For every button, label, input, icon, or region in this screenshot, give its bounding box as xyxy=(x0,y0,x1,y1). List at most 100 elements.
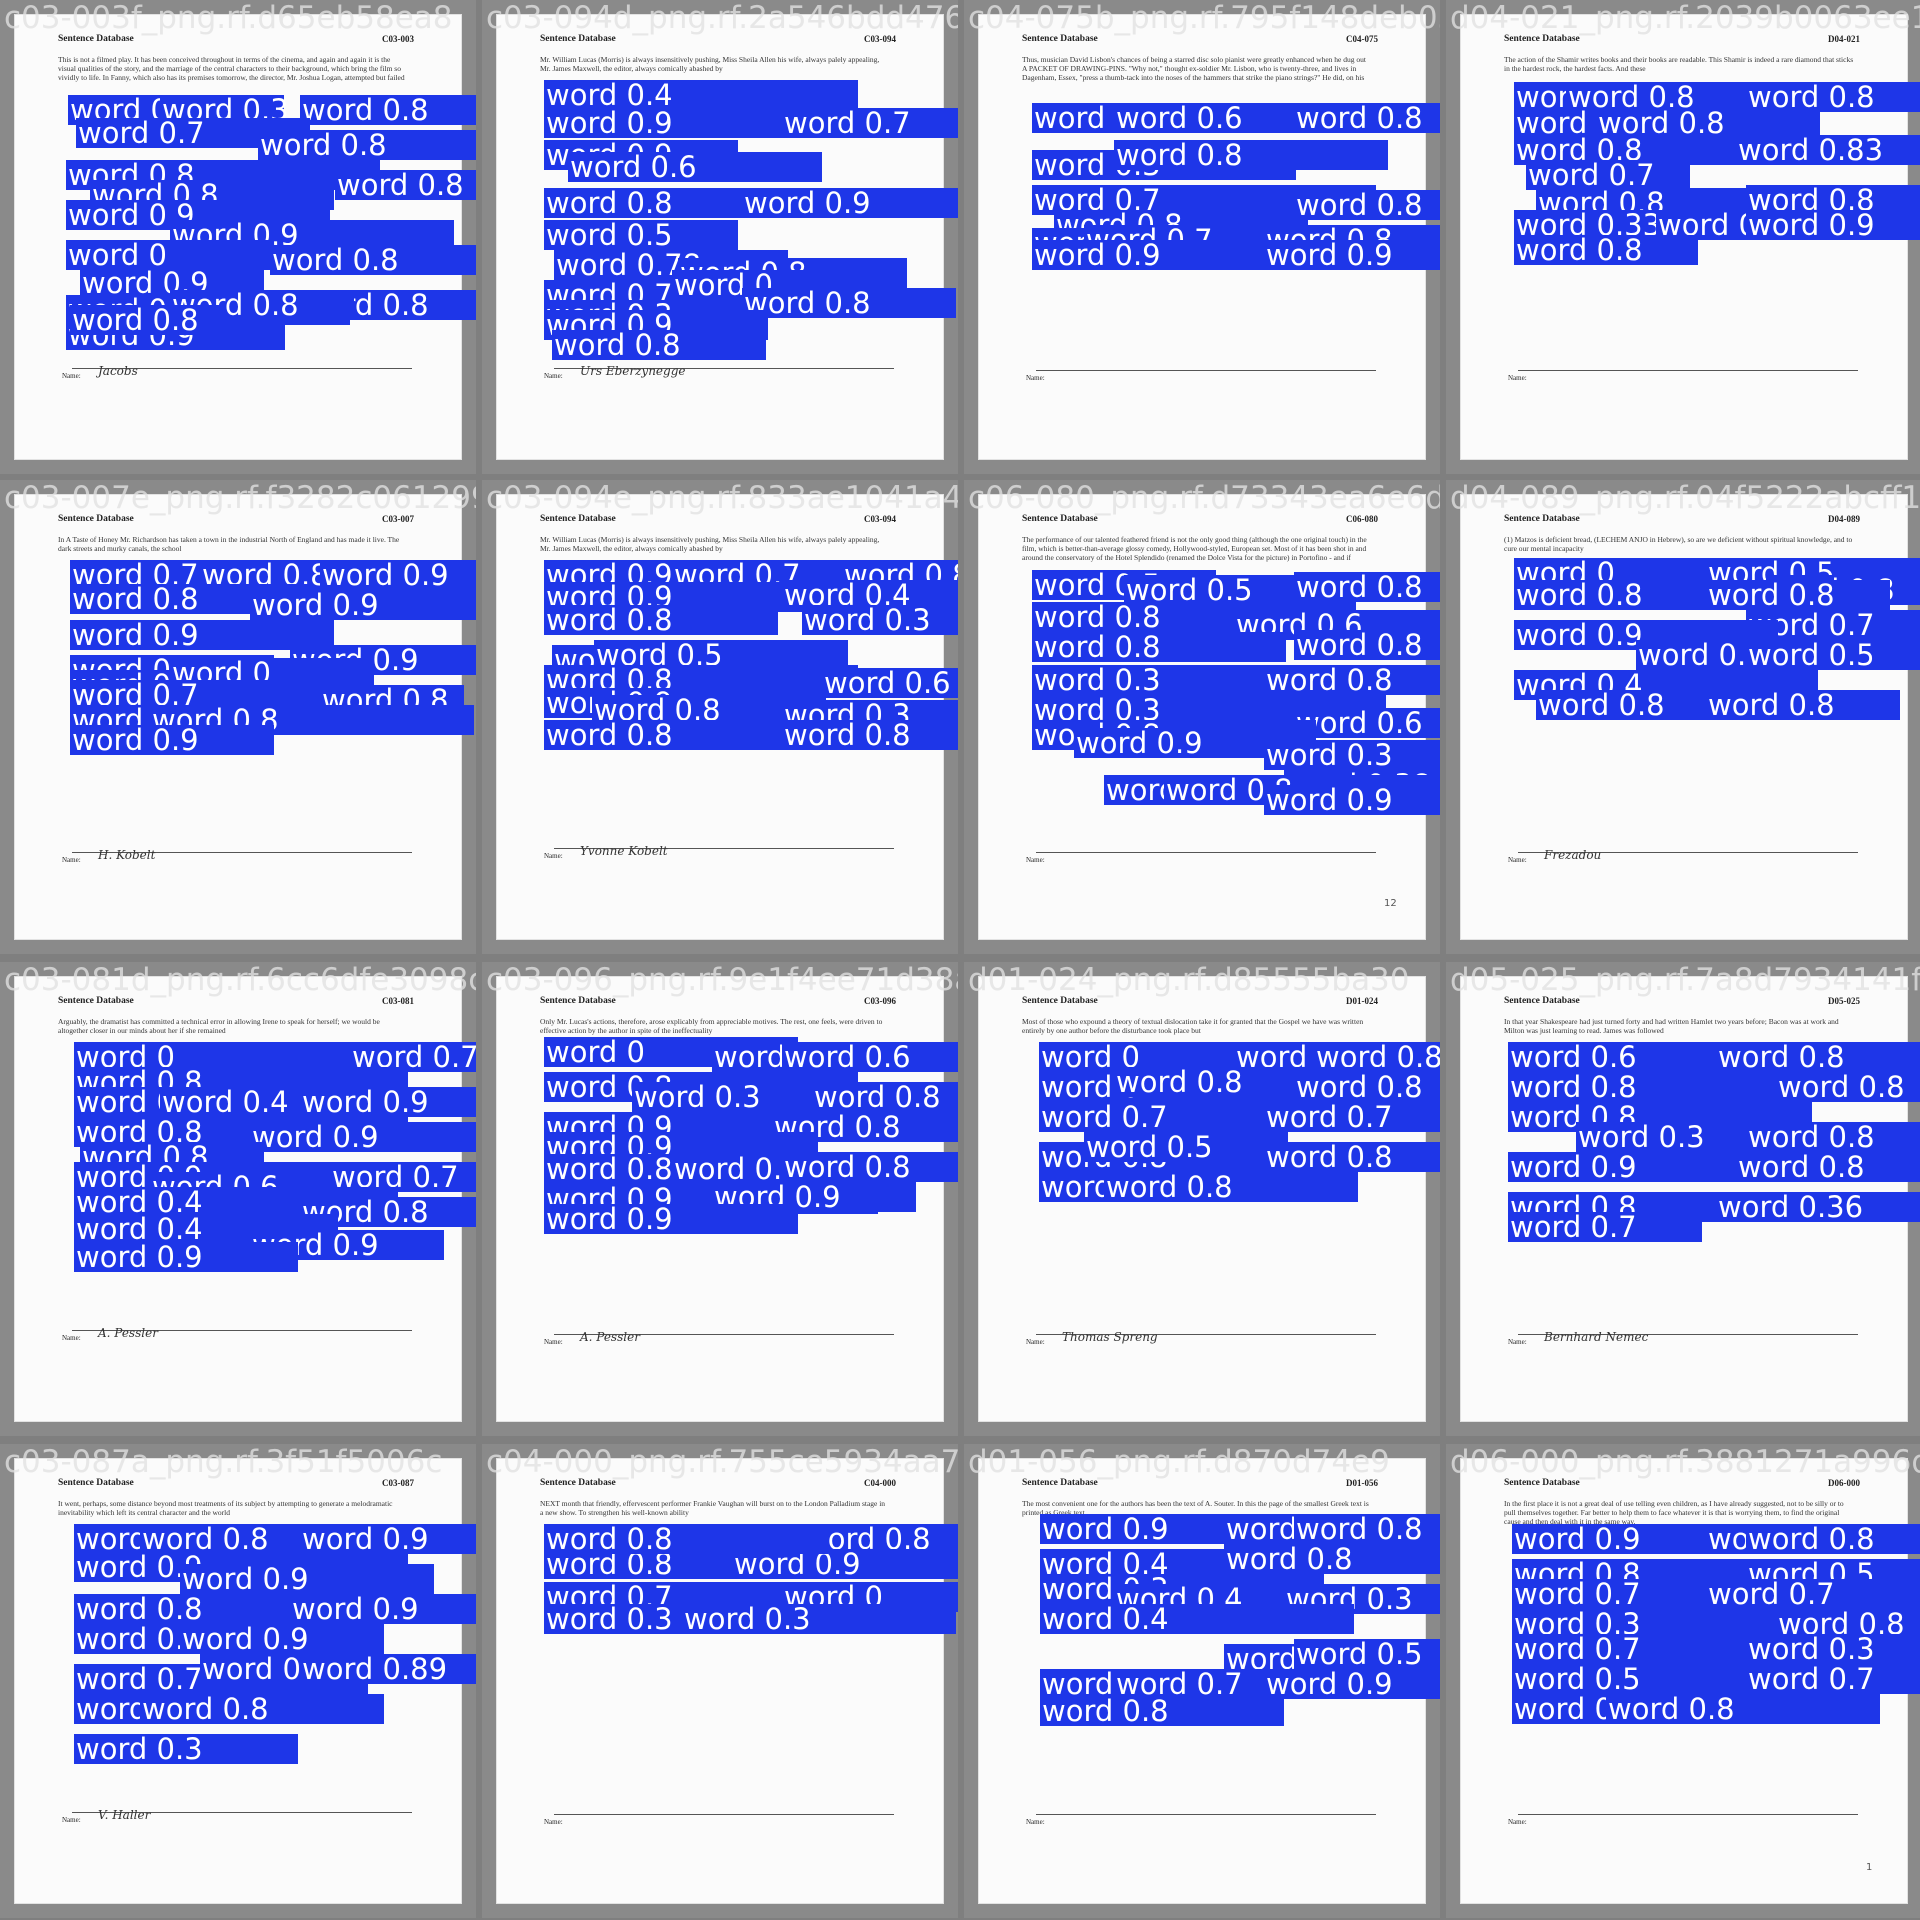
detection-box-label: word 0.9 xyxy=(544,1204,798,1234)
detection-box-label: word 0.6 xyxy=(568,152,822,182)
document-header: Sentence Database xyxy=(1022,34,1098,44)
document-code: C03-081 xyxy=(382,996,414,1006)
handwritten-signature: Jacobs xyxy=(98,364,138,378)
document-code: C03-007 xyxy=(382,514,414,524)
detection-box-label: word 0.5 xyxy=(1294,1639,1440,1669)
signature-line xyxy=(554,1814,894,1815)
detection-box-label: word 0.3 xyxy=(632,1082,836,1112)
name-label: Name: xyxy=(1026,374,1045,382)
handwritten-signature: A. Pessler xyxy=(580,1330,640,1344)
detection-box-label: word 0.8 xyxy=(1040,1696,1284,1726)
sample-tile: Sentence Database D01-024 Most of those wh… xyxy=(964,962,1440,1436)
detection-box-label: word 0.8 xyxy=(1294,630,1440,660)
detection-box-label: word 0.5 xyxy=(1746,640,1920,670)
sample-tile: Sentence Database C06-080 The performance … xyxy=(964,480,1440,954)
detection-box-label: word 0.8 xyxy=(1264,665,1440,695)
detection-box-label: word 0.7 xyxy=(1706,1579,1920,1609)
detection-box-label: word 0.8 xyxy=(1224,1544,1440,1574)
sample-tile: Sentence Database C03-081 Arguably, the dr… xyxy=(0,962,476,1436)
document-header: Sentence Database xyxy=(1022,996,1098,1006)
name-label: Name: xyxy=(544,852,563,860)
document-header: Sentence Database xyxy=(58,996,134,1006)
document-header: Sentence Database xyxy=(1504,514,1580,524)
name-label: Name: xyxy=(1508,374,1527,382)
signature-line xyxy=(1036,370,1376,371)
document-code: D01-056 xyxy=(1346,1478,1378,1488)
name-label: Name: xyxy=(1508,1338,1527,1346)
detection-box-label: word 0.8 xyxy=(812,1082,958,1112)
handwritten-signature: H. Kobelt xyxy=(98,848,156,862)
handwritten-signature: Thomas Spreng xyxy=(1062,1330,1158,1344)
sample-tile: Sentence Database D01-056 The most conveni… xyxy=(964,1444,1440,1918)
document-header: Sentence Database xyxy=(58,34,134,44)
detection-box-label: word 0.9 xyxy=(250,1122,476,1152)
detection-box-label: word 0.8 xyxy=(1294,103,1440,133)
document-code: C04-075 xyxy=(1346,34,1378,44)
detection-box-label: word 0.5 xyxy=(1084,1132,1288,1162)
handwritten-signature: Urs Eberzynegge xyxy=(580,364,686,378)
document-code: C03-003 xyxy=(382,34,414,44)
detection-box-label: word 0.8 xyxy=(1514,235,1698,265)
prompt-text: Thus, musician David Lisbon's chances of… xyxy=(1022,55,1366,83)
detection-box-label: word 0.9 xyxy=(742,188,958,218)
prompt-text: This is not a filmed play. It has been c… xyxy=(58,55,405,82)
name-label: Name: xyxy=(544,1818,563,1826)
name-label: Name: xyxy=(544,1338,563,1346)
document-header: Sentence Database xyxy=(1022,514,1098,524)
document-header: Sentence Database xyxy=(58,514,134,524)
sample-tile: Sentence Database C03-087 It went, perhaps… xyxy=(0,1444,476,1918)
detection-box-label: word 0.8 xyxy=(1264,1142,1440,1172)
detection-box-label: word 0.8 xyxy=(1776,1072,1920,1102)
detection-box-label: word 0.8 xyxy=(544,1524,828,1554)
page-number: 1 xyxy=(1866,1862,1873,1873)
sample-tile: Sentence Database C03-007 In A Taste of Ho… xyxy=(0,480,476,954)
detection-box-label: word 0.8 xyxy=(1716,1042,1920,1072)
sample-tile: Sentence Database D05-025 In that year Sha… xyxy=(1446,962,1920,1436)
detection-box-label: word 0.8 xyxy=(270,245,476,275)
sample-tile: Sentence Database C04-000 NEXT month that … xyxy=(482,1444,958,1918)
detection-box-label: word 0.8 xyxy=(258,130,476,160)
detection-box-label: word 0.7 xyxy=(782,108,958,138)
detection-box-label: word 0.7 xyxy=(1508,1212,1702,1242)
detection-box-label: word 0.8 xyxy=(1294,1072,1440,1102)
detection-box-label: word 0.8 xyxy=(742,288,956,318)
detection-box-label: word 0.7 xyxy=(1264,1102,1440,1132)
sample-tile: Sentence Database C03-096 Only Mr. Lucas's… xyxy=(482,962,958,1436)
detection-box-label: word 0.5 xyxy=(1512,1664,1776,1694)
detection-box-label: word 0.9 xyxy=(180,1624,384,1654)
detection-box-label: word 0.8 xyxy=(140,1694,384,1724)
document-header: Sentence Database xyxy=(1504,996,1580,1006)
detection-box-label: word 0.8 xyxy=(1104,1172,1358,1202)
document-header: Sentence Database xyxy=(540,1478,616,1488)
document-code: C03-094 xyxy=(864,34,896,44)
detection-box-label: word 0.8 xyxy=(544,188,748,218)
name-label: Name: xyxy=(1026,1338,1045,1346)
detection-box-label: word 0.8 xyxy=(1606,1694,1880,1724)
detection-box-label: word 0.8 xyxy=(552,330,766,360)
name-label: Name: xyxy=(62,1816,81,1824)
document-header: Sentence Database xyxy=(540,514,616,524)
sample-tile: Sentence Database D06-000 In the first pla… xyxy=(1446,1444,1920,1918)
detection-box-label: word 0.9 xyxy=(1746,210,1920,240)
detection-box-label: word 0.3 xyxy=(802,605,958,635)
detection-box-label: word 0.6 xyxy=(822,668,958,698)
detection-box-label: word 0.9 xyxy=(1264,240,1440,270)
handwritten-signature: Frezadou xyxy=(1544,848,1602,862)
detection-box-label: word 0.3 xyxy=(682,1604,956,1634)
document-header: Sentence Database xyxy=(1504,34,1580,44)
signature-line xyxy=(1036,1814,1376,1815)
detection-box-label: word 0.8 xyxy=(300,95,476,125)
detection-box-label: word 0.3 xyxy=(1746,1634,1920,1664)
document-code: C04-000 xyxy=(864,1478,896,1488)
detection-box-label: word 0.8 xyxy=(1508,1072,1792,1102)
document-code: C03-096 xyxy=(864,996,896,1006)
detection-box-label: word 0.9 xyxy=(544,108,788,138)
handwritten-signature: V. Haller xyxy=(98,1808,151,1822)
sample-tile: Sentence Database C03-094 Mr. William Luca… xyxy=(482,480,958,954)
detection-box-label: word 0.9 xyxy=(300,1524,476,1554)
detection-box-label: word 0.8 xyxy=(70,305,224,335)
detection-box-label: word 0.8 xyxy=(1746,1524,1920,1554)
sample-tile: Sentence Database C03-094 Mr. William Luca… xyxy=(482,0,958,474)
detection-box-label: word 0.8 xyxy=(1746,1122,1920,1152)
detection-box-label: word 0.9 xyxy=(300,1087,476,1117)
